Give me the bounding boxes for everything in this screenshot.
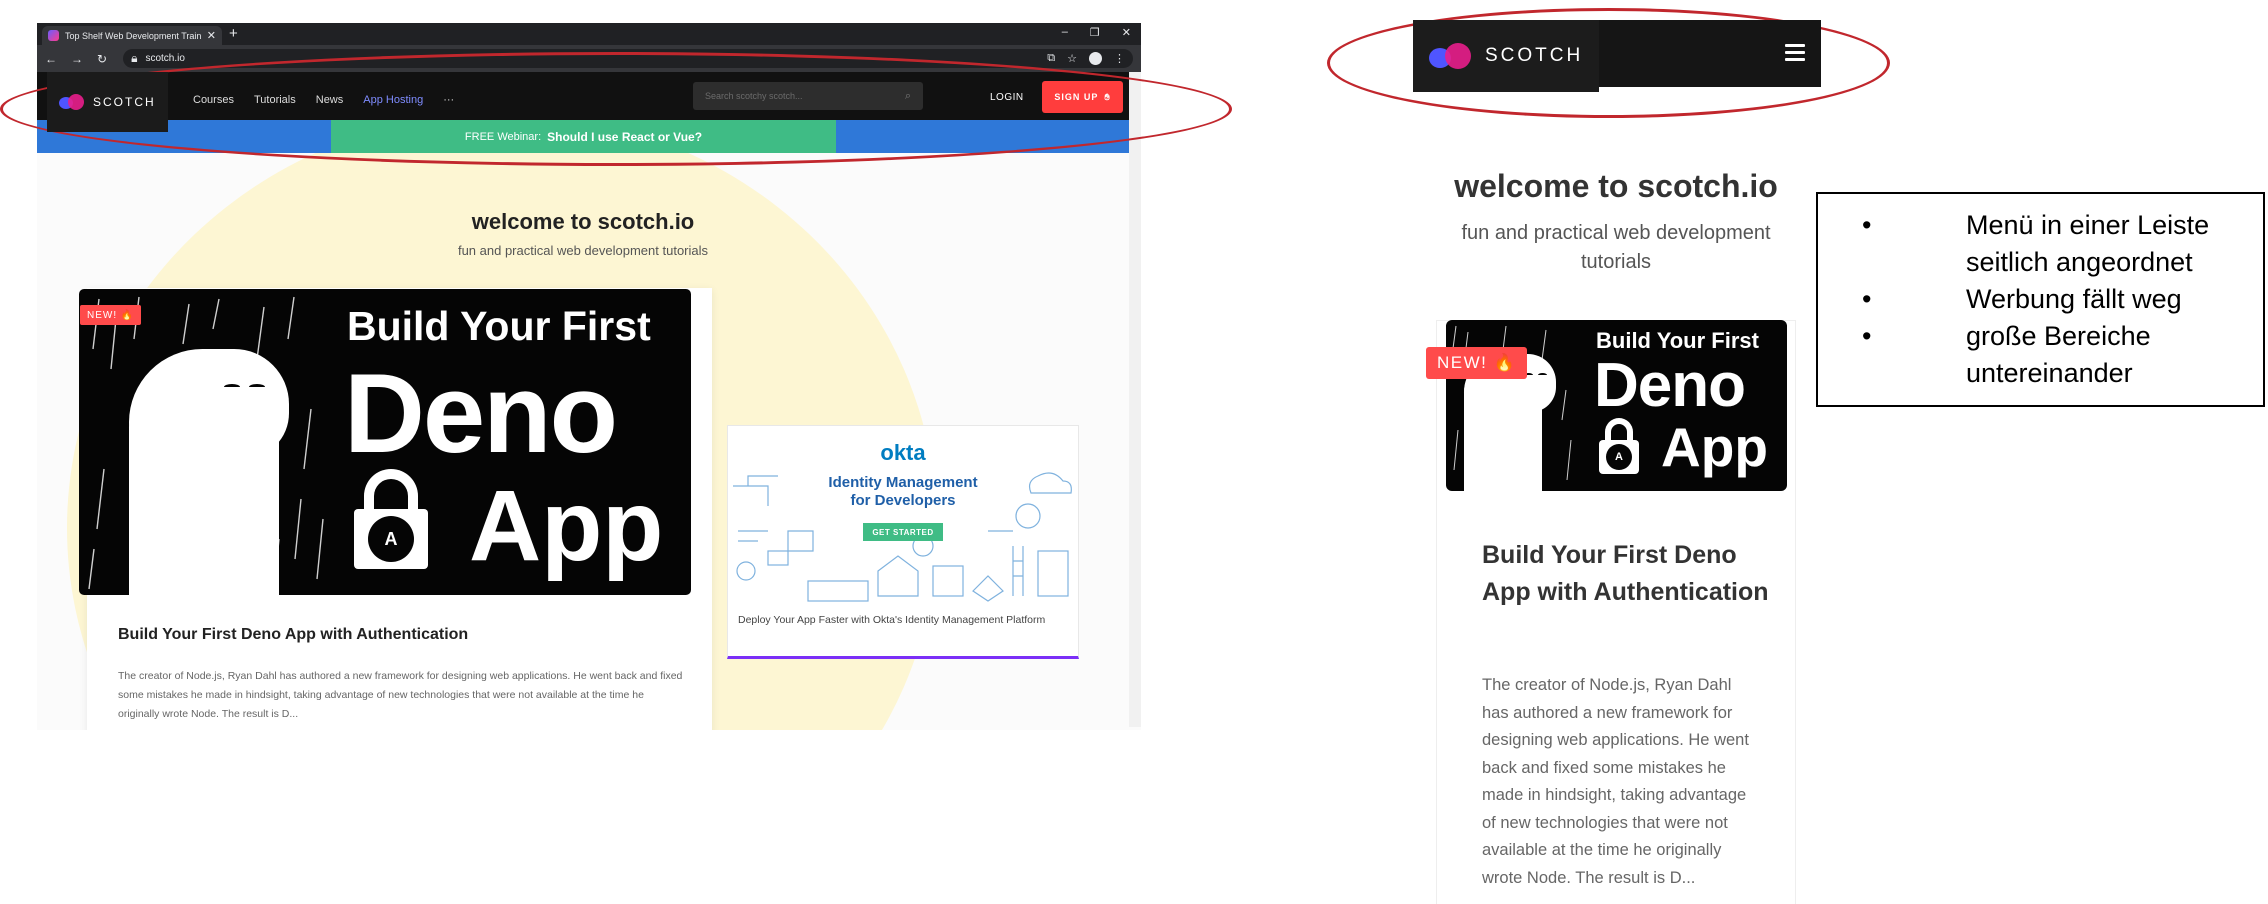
- hamburger-menu-icon[interactable]: [1785, 44, 1805, 61]
- annotation-ellipse-desktop-nav: [0, 52, 1232, 166]
- bookmark-star-icon[interactable]: ☆: [1067, 52, 1077, 65]
- translate-icon[interactable]: ⧉: [1047, 52, 1055, 65]
- mobile-navbar: SCOTCH: [1413, 20, 1821, 92]
- hero-line-2: Deno: [344, 351, 618, 476]
- notes-list: Menü in einer Leiste seitlich angeordnet…: [1846, 207, 2243, 392]
- reload-icon[interactable]: ↻: [97, 52, 107, 66]
- profile-avatar-icon[interactable]: [1089, 52, 1102, 65]
- mobile-hero-line-3: App: [1661, 416, 1768, 478]
- ad-caption: Deploy Your App Faster with Okta's Ident…: [738, 614, 1046, 626]
- scotch-logo-icon: [1429, 41, 1471, 71]
- page-scrollbar[interactable]: [1129, 72, 1141, 727]
- logo-text: SCOTCH: [93, 95, 156, 109]
- dino-eye: [224, 384, 240, 390]
- forward-icon[interactable]: →: [71, 52, 83, 66]
- close-tab-icon[interactable]: ✕: [207, 29, 216, 42]
- mobile-new-badge: NEW! 🔥: [1426, 347, 1528, 379]
- okta-logo: okta: [880, 440, 926, 465]
- url-text: scotch.io: [145, 53, 185, 64]
- note-item: Menü in einer Leiste seitlich angeordnet: [1846, 207, 2243, 281]
- hero-line-3: App: [469, 470, 664, 582]
- minimize-icon[interactable]: –: [1062, 26, 1068, 39]
- scotch-favicon-icon: [48, 30, 59, 41]
- featured-excerpt: The creator of Node.js, Ryan Dahl has au…: [118, 670, 683, 720]
- mobile-featured-excerpt: The creator of Node.js, Ryan Dahl has au…: [1482, 676, 1749, 887]
- mobile-logo-text: SCOTCH: [1485, 45, 1584, 66]
- tab-title: Top Shelf Web Development Training: [65, 30, 201, 41]
- lock-icon: 🔒︎: [131, 51, 138, 65]
- back-icon[interactable]: ←: [45, 52, 57, 66]
- mobile-hero-image[interactable]: Build Your First Deno A App: [1446, 320, 1787, 491]
- featured-title[interactable]: Build Your First Deno App with Authentic…: [118, 626, 468, 644]
- browser-menu-icon[interactable]: ⋮: [1114, 52, 1125, 65]
- window-controls: – ❐ ✕: [1062, 26, 1131, 39]
- okta-ad[interactable]: okta Identity Management for Developers …: [727, 425, 1079, 659]
- welcome-subtitle: fun and practical web development tutori…: [457, 243, 709, 258]
- browser-tab[interactable]: Top Shelf Web Development Training ✕: [42, 26, 222, 45]
- browser-tab-strip: Top Shelf Web Development Training ✕ + –…: [37, 23, 1141, 45]
- mobile-scotch-logo[interactable]: SCOTCH: [1413, 20, 1599, 92]
- dino-eye: [1538, 373, 1547, 377]
- okta-headline: Identity Management for Developers: [828, 474, 978, 509]
- welcome-title: welcome to scotch.io: [471, 209, 695, 234]
- new-badge: NEW! 🔥: [80, 305, 142, 325]
- note-item: große Bereiche untereinander: [1846, 318, 2243, 392]
- new-tab-icon[interactable]: +: [229, 25, 238, 42]
- notes-box: Menü in einer Leiste seitlich angeordnet…: [1816, 192, 2265, 407]
- mobile-featured-title[interactable]: Build Your First Deno App with Authentic…: [1482, 537, 1782, 611]
- scotch-logo-icon: [59, 93, 85, 111]
- note-item: Werbung fällt weg: [1846, 281, 2243, 318]
- restore-icon[interactable]: ❐: [1090, 26, 1100, 39]
- mobile-welcome-subtitle: fun and practical web development tutori…: [1461, 222, 1771, 273]
- dino-eye: [249, 384, 265, 390]
- get-started-button[interactable]: GET STARTED: [863, 523, 943, 541]
- mobile-welcome-title: welcome to scotch.io: [1454, 168, 1778, 204]
- padlock-icon: A: [354, 469, 428, 569]
- mobile-hero-line-2: Deno: [1594, 351, 1746, 420]
- close-window-icon[interactable]: ✕: [1122, 26, 1131, 39]
- scotch-logo[interactable]: SCOTCH: [47, 72, 168, 132]
- padlock-icon: A: [1599, 418, 1639, 474]
- hero-line-1: Build Your First: [347, 303, 651, 349]
- featured-hero-image[interactable]: Build Your First Deno A App: [79, 289, 691, 595]
